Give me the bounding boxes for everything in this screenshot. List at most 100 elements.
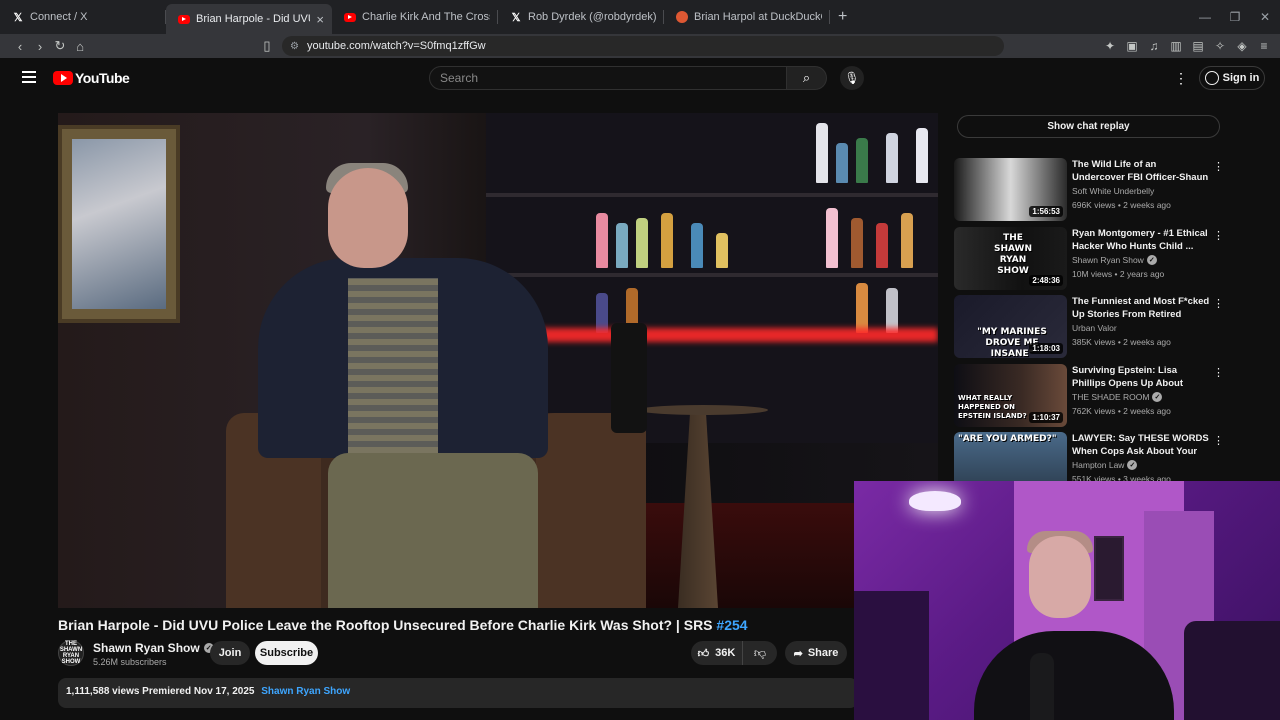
channel-name[interactable]: Shawn Ryan Show ✓: [93, 641, 214, 655]
bar-shelves: [486, 113, 938, 443]
subscriber-count: 5.26M subscribers: [93, 657, 167, 667]
video-thumbnail[interactable]: "MY MARINES DROVE ME INSANE" 1:18:03: [954, 295, 1067, 358]
sign-in-button[interactable]: Sign in: [1199, 66, 1265, 90]
search-button[interactable]: ⌕: [787, 66, 827, 90]
video-thumbnail[interactable]: WHAT REALLY HAPPENED ON EPSTEIN ISLAND? …: [954, 364, 1067, 427]
recommendation-title[interactable]: Surviving Epstein: Lisa Phillips Opens U…: [1072, 364, 1210, 390]
browser-tab-0[interactable]: 𝕏 Connect / X: [0, 0, 166, 34]
menu-icon[interactable]: ≡: [1256, 39, 1272, 53]
settings-kebab-icon[interactable]: ⋮: [1174, 70, 1188, 87]
media-icon[interactable]: ♫: [1146, 39, 1162, 53]
more-actions-icon[interactable]: ⋮: [1213, 160, 1224, 173]
x-icon: 𝕏: [511, 11, 521, 24]
recommendation-meta: 10M views • 2 years ago: [1072, 269, 1165, 279]
recommendation-channel[interactable]: Urban Valor: [1072, 323, 1117, 333]
channel-avatar[interactable]: THE SHAWN RYAN SHOW: [58, 640, 84, 666]
streamer-microphone: [1030, 653, 1054, 720]
join-button[interactable]: Join: [210, 641, 250, 665]
youtube-logo-text: YouTube: [75, 70, 130, 86]
more-actions-icon[interactable]: ⋮: [1213, 366, 1224, 379]
recommendation-channel[interactable]: Hampton Law ✓: [1072, 460, 1138, 470]
description-stats: 1,111,588 views Premiered Nov 17, 2025: [66, 686, 255, 697]
webcam-furniture: [854, 591, 929, 720]
recommendation-channel[interactable]: Shawn Ryan Show ✓: [1072, 255, 1157, 265]
duration-badge: 2:48:36: [1029, 275, 1063, 286]
screenshot-icon[interactable]: ▣: [1124, 39, 1140, 53]
address-bar[interactable]: ⚙ youtube.com/watch?v=S0fmq1zffGw: [282, 36, 1004, 56]
dislike-button[interactable]: 👎︎: [743, 646, 777, 661]
like-count: 36K: [715, 647, 736, 659]
window-controls: — ❐ ✕: [1190, 0, 1280, 34]
recommendation-title[interactable]: LAWYER: Say THESE WORDS When Cops Ask Ab…: [1072, 432, 1210, 458]
show-chat-replay-button[interactable]: Show chat replay: [957, 115, 1220, 138]
recommendation-channel[interactable]: THE SHADE ROOM ✓: [1072, 392, 1163, 402]
guest-shirt: [348, 278, 438, 453]
thumbnail-text: THE SHAWN RYAN SHOW: [993, 233, 1033, 276]
site-info-icon[interactable]: ⚙: [290, 41, 299, 52]
share-button[interactable]: ➦ Share: [785, 641, 847, 665]
minimize-icon[interactable]: —: [1190, 10, 1220, 24]
hamburger-menu-icon[interactable]: [22, 71, 36, 83]
tab-title: Charlie Kirk And The Crossing Of The: [362, 11, 490, 23]
tab-title: Brian Harpole - Did UVU Police L: [196, 13, 310, 25]
sidebar-icon[interactable]: ▥: [1168, 39, 1184, 53]
voice-search-button[interactable]: 🎙︎: [840, 66, 864, 90]
close-tab-icon[interactable]: ×: [316, 12, 324, 27]
webcam-overlay: [854, 481, 1280, 720]
browser-tab-2[interactable]: Charlie Kirk And The Crossing Of The: [332, 0, 498, 34]
restore-icon[interactable]: ❐: [1220, 10, 1250, 24]
verified-check-icon: ✓: [1127, 460, 1138, 470]
recommendation-item[interactable]: WHAT REALLY HAPPENED ON EPSTEIN ISLAND? …: [954, 364, 1224, 428]
vpn-icon[interactable]: ◈: [1234, 39, 1250, 53]
streamer-head: [1029, 536, 1091, 618]
youtube-icon: [178, 14, 190, 24]
duration-badge: 1:18:03: [1029, 343, 1063, 354]
extension-puzzle-icon[interactable]: ✦: [1102, 39, 1118, 53]
tab-title: Brian Harpol at DuckDuckGo: [694, 11, 822, 23]
browser-tab-3[interactable]: 𝕏 Rob Dyrdek (@robdyrdek) / X: [498, 0, 664, 34]
video-title: Brian Harpole - Did UVU Police Leave the…: [58, 617, 748, 633]
browser-tab-strip: 𝕏 Connect / X Brian Harpole - Did UVU Po…: [0, 0, 1280, 34]
youtube-logo[interactable]: YouTube: [53, 70, 130, 86]
more-actions-icon[interactable]: ⋮: [1213, 297, 1224, 310]
description-channel-tag[interactable]: Shawn Ryan Show: [261, 686, 350, 697]
recommendation-item[interactable]: 1:56:53 The Wild Life of an Undercover F…: [954, 158, 1224, 222]
description-box[interactable]: 1,111,588 views Premiered Nov 17, 2025 S…: [58, 678, 858, 708]
recommendation-item[interactable]: "MY MARINES DROVE ME INSANE" 1:18:03 The…: [954, 295, 1224, 359]
home-icon[interactable]: ⌂: [70, 39, 90, 54]
browser-tab-4[interactable]: Brian Harpol at DuckDuckGo: [664, 0, 830, 34]
recommendation-title[interactable]: The Funniest and Most F*cked Up Stories …: [1072, 295, 1210, 321]
forward-icon[interactable]: ›: [30, 39, 50, 54]
microphone-icon: 🎙︎: [844, 71, 860, 85]
subscribe-button[interactable]: Subscribe: [255, 641, 318, 665]
wallet-icon[interactable]: ▤: [1190, 39, 1206, 53]
x-icon: 𝕏: [13, 11, 23, 24]
recommendation-channel[interactable]: Soft White Underbelly: [1072, 186, 1154, 196]
like-button[interactable]: 👍︎ 36K: [691, 641, 743, 665]
duration-badge: 1:10:37: [1029, 412, 1063, 423]
more-actions-icon[interactable]: ⋮: [1213, 434, 1224, 447]
video-hashtag[interactable]: #254: [716, 617, 747, 633]
back-icon[interactable]: ‹: [10, 39, 30, 54]
recommendation-meta: 762K views • 2 weeks ago: [1072, 406, 1171, 416]
video-thumbnail[interactable]: THE SHAWN RYAN SHOW 2:48:36: [954, 227, 1067, 290]
like-dislike-group: 👍︎ 36K 👎︎: [691, 641, 777, 665]
reload-icon[interactable]: ↻: [50, 38, 70, 54]
duckduckgo-icon: [676, 11, 688, 23]
browser-tab-1[interactable]: Brian Harpole - Did UVU Police L ×: [166, 4, 332, 34]
new-tab-icon[interactable]: +: [838, 8, 847, 26]
bookmark-icon[interactable]: ▯: [257, 38, 277, 54]
thumbnail-text: "ARE YOU ARMED?": [958, 434, 1057, 444]
close-window-icon[interactable]: ✕: [1250, 10, 1280, 24]
recommendation-item[interactable]: THE SHAWN RYAN SHOW 2:48:36 Ryan Montgom…: [954, 227, 1224, 291]
search-input[interactable]: [440, 71, 786, 85]
leo-icon[interactable]: ✧: [1212, 39, 1228, 53]
painting: [58, 125, 180, 323]
search-box[interactable]: [429, 66, 787, 90]
video-player[interactable]: [58, 113, 938, 608]
recommendation-title[interactable]: The Wild Life of an Undercover FBI Offic…: [1072, 158, 1210, 184]
more-actions-icon[interactable]: ⋮: [1213, 229, 1224, 242]
video-thumbnail[interactable]: 1:56:53: [954, 158, 1067, 221]
recommendation-title[interactable]: Ryan Montgomery - #1 Ethical Hacker Who …: [1072, 227, 1210, 253]
channel-name-text: Shawn Ryan Show: [93, 641, 200, 655]
